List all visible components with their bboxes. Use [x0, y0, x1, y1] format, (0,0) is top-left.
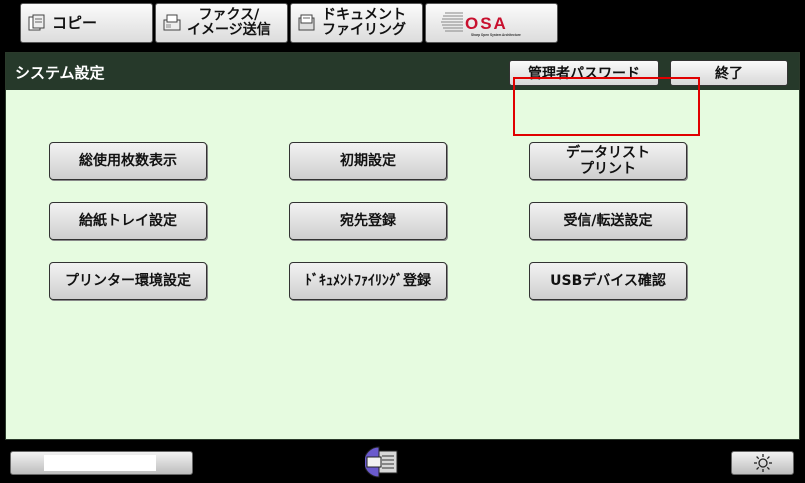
tab-filing-label: ドキュメント ファイリング	[322, 8, 406, 38]
data-list-print-button[interactable]: データリスト プリント	[529, 142, 687, 180]
tab-copy-label: コピー	[52, 13, 98, 32]
tab-filing-label-line2: ファイリング	[322, 22, 406, 38]
fax-icon	[163, 14, 181, 31]
tab-filing-label-line1: ドキュメント	[322, 7, 406, 23]
usb-device-check-button[interactable]: USBデバイス確認	[529, 262, 687, 300]
tab-fax-label-line1: ファクス/	[198, 7, 260, 23]
document-filing-registration-button[interactable]: ﾄﾞｷｭﾒﾝﾄﾌｧｲﾘﾝｸﾞ登録	[289, 262, 447, 300]
total-count-button[interactable]: 総使用枚数表示	[49, 142, 207, 180]
data-list-print-label-line2: プリント	[580, 161, 636, 177]
tab-osa[interactable]: OSA Sharp Open System Architecture	[425, 3, 558, 43]
job-status-bar[interactable]	[10, 451, 193, 475]
osa-logo: OSA Sharp Open System Architecture	[440, 12, 521, 37]
printer-settings-button[interactable]: プリンター環境設定	[49, 262, 207, 300]
brightness-icon	[753, 454, 772, 472]
job-status-display	[44, 455, 156, 471]
osa-logo-subtext: Sharp Open System Architecture	[471, 33, 521, 37]
tab-fax-label: ファクス/ イメージ送信	[187, 8, 271, 38]
tab-copy[interactable]: コピー	[20, 3, 153, 43]
tab-fax-label-line2: イメージ送信	[187, 22, 271, 38]
data-list-print-label: データリスト プリント	[566, 145, 650, 177]
default-settings-button[interactable]: 初期設定	[289, 142, 447, 180]
selection-highlight	[513, 77, 700, 136]
data-list-print-label-line1: データリスト	[566, 145, 650, 161]
job-queue-icon[interactable]	[365, 445, 401, 479]
brightness-button[interactable]	[731, 451, 794, 475]
filing-icon	[298, 14, 315, 31]
receive-forward-settings-button[interactable]: 受信/転送設定	[529, 202, 687, 240]
tab-fax-image-send[interactable]: ファクス/ イメージ送信	[155, 3, 288, 43]
page-title: システム設定	[15, 64, 105, 82]
tab-document-filing[interactable]: ドキュメント ファイリング	[290, 3, 423, 43]
paper-tray-settings-button[interactable]: 給紙トレイ設定	[49, 202, 207, 240]
address-registration-button[interactable]: 宛先登録	[289, 202, 447, 240]
copy-icon	[28, 14, 45, 31]
osa-logo-text: OSA	[465, 14, 508, 33]
